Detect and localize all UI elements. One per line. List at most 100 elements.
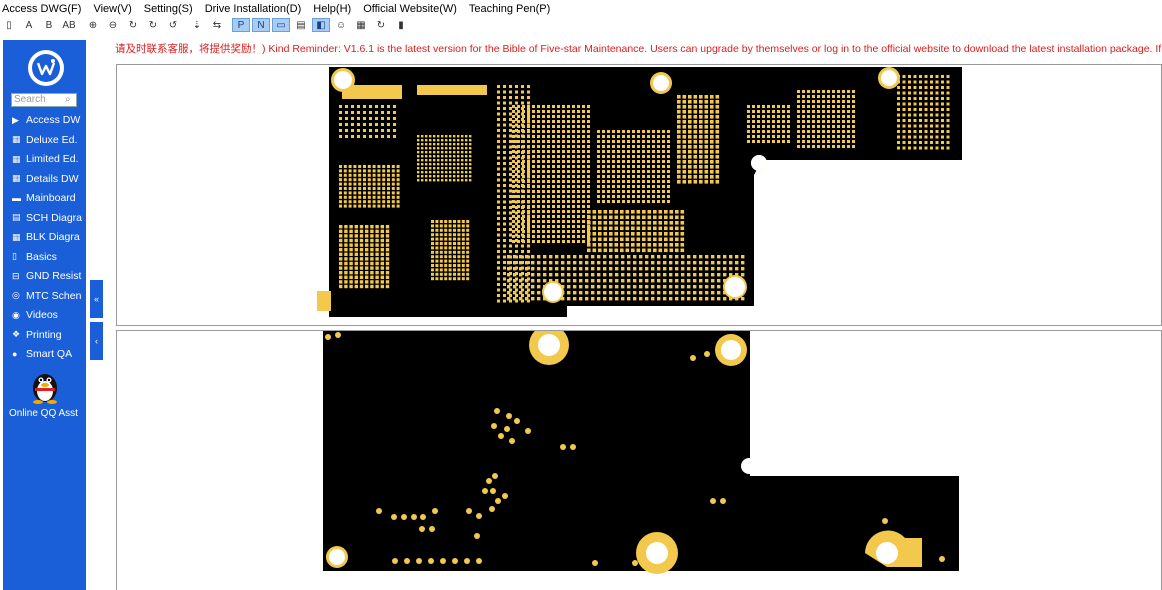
qq-penguin-icon[interactable]: [29, 368, 61, 404]
mounting-hole: [544, 283, 562, 301]
pcb-top-layer[interactable]: [117, 65, 1162, 326]
test-point: [325, 334, 331, 340]
menu-teaching-pen[interactable]: Teaching Pen(P): [469, 3, 550, 15]
test-point: [592, 560, 598, 566]
rotate-ccw-icon[interactable]: ↺: [164, 18, 182, 32]
text-b-icon[interactable]: B: [40, 18, 58, 32]
test-point: [491, 423, 497, 429]
sidebar-item-label: Details DW: [26, 172, 79, 185]
sidebar-item-basics[interactable]: ▯ Basics: [12, 249, 86, 265]
test-point: [466, 508, 472, 514]
pcb-bottom-layer[interactable]: [117, 331, 1162, 590]
clear-icon[interactable]: ▮: [392, 18, 410, 32]
test-point: [428, 558, 434, 564]
sidebar-item-mtc-schen[interactable]: ◎ MTC Schen: [12, 288, 86, 304]
gnd-icon: ⊟: [12, 270, 20, 281]
rotate-cw-icon[interactable]: ↻: [144, 18, 162, 32]
toolbar: ▯ A B AB ⊕ ⊖ ↻ ↻ ↺ ⇣ ⇆ P N ▭ ▤ ◧ ☺ ▦ ↻ ▮: [0, 17, 1162, 33]
search-icon[interactable]: ⌕: [65, 95, 76, 106]
menu-setting[interactable]: Setting(S): [144, 3, 193, 15]
sidebar-item-mainboard[interactable]: ▬ Mainboard: [12, 190, 86, 206]
sidebar-item-gnd-resist[interactable]: ⊟ GND Resist: [12, 268, 86, 284]
sidebar-item-label: SCH Diagra: [26, 211, 83, 224]
p-view-icon[interactable]: P: [232, 18, 250, 32]
test-point: [411, 514, 417, 520]
grid-icon: ▦: [12, 173, 21, 183]
test-point: [710, 498, 716, 504]
sidebar-item-label: GND Resist: [26, 270, 82, 282]
sidebar-item-access-dw[interactable]: ▶ Access DW: [12, 112, 86, 128]
pcb-viewer-top[interactable]: [116, 64, 1162, 326]
menu-access-dwg[interactable]: Access DWG(F): [2, 3, 81, 15]
palette-icon[interactable]: ▦: [352, 18, 370, 32]
mounting-hole: [881, 70, 897, 86]
user-icon[interactable]: ☺: [332, 18, 350, 32]
collapse-sidebar-button[interactable]: «: [90, 280, 103, 318]
test-point: [476, 558, 482, 564]
zoom-in-icon[interactable]: ⊕: [84, 18, 102, 32]
test-point: [486, 478, 492, 484]
mounting-hole: [876, 542, 898, 564]
test-point: [474, 533, 480, 539]
board-outline-bottom: [323, 331, 959, 571]
test-point: [492, 473, 498, 479]
grid-icon: ▦: [12, 153, 21, 164]
test-point: [502, 493, 508, 499]
text-a-icon[interactable]: A: [20, 18, 38, 32]
test-point: [401, 514, 407, 520]
list-icon[interactable]: ▤: [292, 18, 310, 32]
sidebar-item-printing[interactable]: ❖ Printing: [12, 327, 86, 343]
qq-assistant-label[interactable]: Online QQ Asst: [9, 408, 78, 419]
mounting-hole: [751, 155, 767, 171]
rotate-icon[interactable]: ↻: [124, 18, 142, 32]
sidebar-item-label: Deluxe Ed.: [26, 133, 78, 146]
speaker-icon[interactable]: ◧: [312, 18, 330, 32]
test-point: [419, 526, 425, 532]
sidebar-item-videos[interactable]: ◉ Videos: [12, 307, 86, 323]
sidebar-item-label: Basics: [26, 250, 57, 263]
sidebar-item-smart-qa[interactable]: ● Smart QA: [12, 346, 86, 362]
test-point: [498, 433, 504, 439]
flip-icon[interactable]: ⇆: [208, 18, 226, 32]
cursor-icon[interactable]: ▯: [0, 18, 18, 32]
menu-view[interactable]: View(V): [93, 3, 131, 15]
test-point: [335, 332, 341, 338]
test-point: [376, 508, 382, 514]
mounting-hole: [653, 75, 669, 91]
soc-array: [597, 130, 670, 203]
mounting-hole: [329, 549, 345, 565]
video-icon: ◉: [12, 309, 20, 320]
sidebar-item-blk-diagra[interactable]: ▦ BLK Diagra: [12, 229, 86, 245]
grid-icon: ▦: [12, 134, 21, 144]
test-point: [416, 558, 422, 564]
zoom-out-icon[interactable]: ⊖: [104, 18, 122, 32]
test-point: [495, 498, 501, 504]
mounting-hole: [334, 71, 352, 89]
n-view-icon[interactable]: N: [252, 18, 270, 32]
menu-help[interactable]: Help(H): [313, 3, 351, 15]
sidebar-item-sch-diagra[interactable]: ▤ SCH Diagra: [12, 210, 86, 226]
menu-official-website[interactable]: Official Website(W): [363, 3, 457, 15]
sidebar-item-details-dw[interactable]: ▦ Details DW: [12, 171, 86, 187]
menu-bar: Access DWG(F) View(V) Setting(S) Drive I…: [0, 0, 1162, 17]
menu-drive-installation[interactable]: Drive Installation(D): [205, 3, 302, 15]
board-icon: ▬: [12, 193, 21, 203]
refresh-icon[interactable]: ↻: [372, 18, 390, 32]
mounting-hole: [538, 334, 560, 356]
sidebar-item-limited-ed-[interactable]: ▦ Limited Ed.: [12, 151, 86, 167]
test-point: [506, 413, 512, 419]
test-point: [482, 488, 488, 494]
ab-icon[interactable]: AB: [60, 18, 78, 32]
sidebar-item-label: BLK Diagra: [26, 231, 80, 243]
sidebar-item-deluxe-ed-[interactable]: ▦ Deluxe Ed.: [12, 132, 86, 148]
test-point: [514, 418, 520, 424]
collapse-panel-button[interactable]: ‹: [90, 322, 103, 360]
sidebar-item-label: Printing: [26, 328, 62, 341]
screen-icon[interactable]: ▭: [272, 18, 290, 32]
edge-pad: [317, 291, 331, 311]
mirror-icon[interactable]: ⇣: [188, 18, 206, 32]
sidebar-item-label: Videos: [26, 309, 58, 321]
test-point: [489, 506, 495, 512]
test-point: [525, 428, 531, 434]
pcb-viewer-bottom[interactable]: [116, 330, 1162, 590]
